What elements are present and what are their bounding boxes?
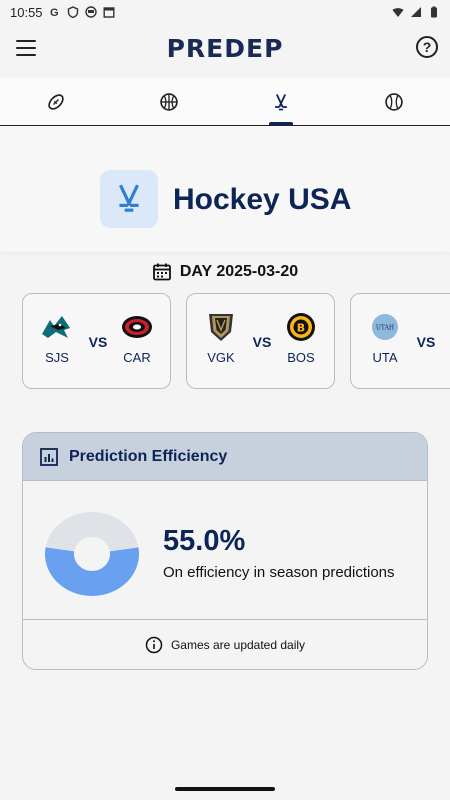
chart-icon: [40, 447, 58, 466]
team-away-name: BOS: [287, 350, 315, 365]
google-icon: G: [49, 6, 61, 19]
sport-tabs: [0, 78, 450, 126]
team-home: UTAH UTA: [363, 312, 407, 365]
game-card[interactable]: UTAH UTA VS: [350, 293, 450, 389]
date-row: DAY 2025-03-20: [0, 260, 450, 284]
svg-text:B: B: [297, 322, 305, 335]
status-time: 10:55: [10, 4, 43, 20]
hockey-sticks-icon: [119, 184, 139, 212]
efficiency-card: Prediction Efficiency 55.0% On efficienc…: [22, 432, 428, 670]
efficiency-header: Prediction Efficiency: [23, 433, 427, 481]
efficiency-subtitle: On efficiency in season predictions: [163, 564, 395, 581]
golden-knights-logo-icon: [204, 312, 238, 342]
donut-empty-segment: [45, 512, 139, 552]
league-title: Hockey USA: [173, 183, 352, 216]
efficiency-value: 55.0%: [163, 525, 246, 557]
svg-text:G: G: [50, 7, 59, 18]
efficiency-title: Prediction Efficiency: [69, 447, 228, 465]
help-icon[interactable]: ?: [416, 36, 438, 58]
app-logo: PREDEP: [166, 34, 284, 63]
wifi-icon: [392, 6, 404, 18]
league-header: Hockey USA: [0, 126, 450, 252]
info-icon: [145, 636, 163, 654]
team-home: VGK: [199, 312, 243, 365]
calendar-icon: [152, 263, 171, 281]
hockey-icon: [275, 93, 288, 110]
team-away: CAR: [115, 312, 159, 365]
sharks-logo-icon: [40, 312, 74, 342]
efficiency-footer-text: Games are updated daily: [170, 638, 306, 652]
efficiency-footer: Games are updated daily: [23, 620, 427, 669]
vs-label: VS: [252, 334, 272, 350]
efficiency-body: 55.0% On efficiency in season prediction…: [23, 481, 427, 620]
face-icon: [84, 6, 97, 18]
bruins-logo-icon: B: [284, 312, 318, 342]
donut-filled-segment: [45, 547, 139, 596]
app-bar: PREDEP ?: [0, 24, 450, 74]
tab-baseball[interactable]: [338, 78, 450, 125]
basketball-icon: [160, 92, 178, 111]
game-card[interactable]: SJS VS CAR: [22, 293, 171, 389]
shield-icon: [67, 6, 79, 19]
gesture-bar[interactable]: [175, 787, 275, 791]
baseball-icon: [385, 92, 403, 111]
team-away: B BOS: [279, 312, 323, 365]
team-home-name: SJS: [45, 350, 69, 365]
efficiency-donut-chart: [45, 512, 139, 596]
tab-football[interactable]: [0, 78, 113, 125]
vs-label: VS: [88, 334, 108, 350]
football-icon: [48, 93, 64, 110]
utah-logo-icon: UTAH: [368, 312, 402, 342]
vs-label: VS: [416, 334, 436, 350]
league-logo: [100, 170, 158, 228]
hurricanes-logo-icon: [120, 312, 154, 342]
utah-logo-text: UTAH: [376, 325, 394, 332]
team-home: SJS: [35, 312, 79, 365]
battery-icon: [428, 6, 440, 18]
status-bar: 10:55 G: [0, 0, 450, 24]
calendar-icon: [103, 6, 115, 18]
day-label: DAY 2025-03-20: [179, 263, 299, 280]
tab-basketball[interactable]: [113, 78, 226, 125]
games-carousel[interactable]: SJS VS CAR VGK VS B BOS UTAH UTA VS: [22, 293, 450, 389]
game-card[interactable]: VGK VS B BOS: [186, 293, 335, 389]
team-away-name: CAR: [123, 350, 151, 365]
team-home-name: UTA: [372, 350, 398, 365]
tab-hockey[interactable]: [225, 78, 338, 125]
team-home-name: VGK: [207, 350, 235, 365]
signal-icon: [410, 6, 422, 18]
